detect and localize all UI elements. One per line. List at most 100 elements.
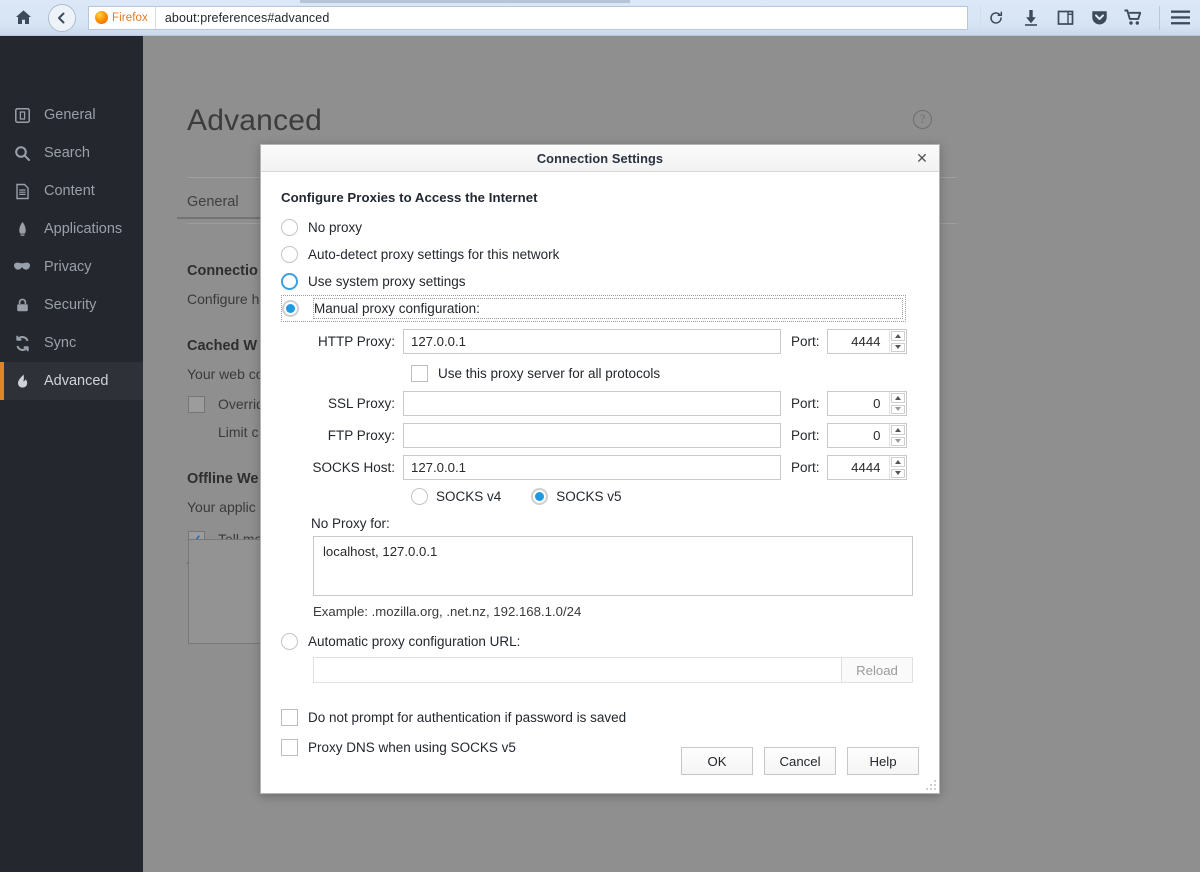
- stepper-down-icon[interactable]: [891, 437, 905, 447]
- sidebar-panel-icon[interactable]: [1052, 5, 1078, 31]
- stepper-buttons[interactable]: [889, 392, 906, 415]
- sidebar-item-label: Sync: [44, 335, 76, 351]
- content-icon: [12, 181, 32, 201]
- tab-general[interactable]: General: [187, 194, 239, 210]
- cached-content-heading: Cached W: [187, 338, 257, 354]
- radio-indicator: [281, 273, 298, 290]
- use-for-all-protocols-row[interactable]: Use this proxy server for all protocols: [281, 362, 919, 384]
- tab-strip-edge: [300, 0, 630, 3]
- back-button[interactable]: [48, 4, 76, 32]
- stepper-buttons[interactable]: [889, 330, 906, 353]
- http-proxy-input[interactable]: 127.0.0.1: [403, 329, 781, 354]
- ok-button[interactable]: OK: [681, 747, 753, 775]
- proxy-dns-checkbox[interactable]: [281, 739, 298, 756]
- stepper-buttons[interactable]: [889, 456, 906, 479]
- firefox-logo-icon: [95, 11, 108, 24]
- sidebar-item-label: General: [44, 107, 96, 123]
- help-button[interactable]: Help: [847, 747, 919, 775]
- dialog-body: Configure Proxies to Access the Internet…: [261, 172, 939, 756]
- radio-auto-detect[interactable]: Auto-detect proxy settings for this netw…: [281, 241, 919, 268]
- http-port-stepper[interactable]: 4444: [827, 329, 907, 354]
- http-port-label: Port:: [781, 334, 827, 349]
- ssl-proxy-input[interactable]: [403, 391, 781, 416]
- download-arrow-icon[interactable]: [1018, 5, 1044, 31]
- pac-reload-button[interactable]: Reload: [841, 657, 913, 683]
- radio-indicator: [282, 300, 299, 317]
- radio-indicator: [281, 633, 298, 650]
- cancel-button[interactable]: Cancel: [764, 747, 836, 775]
- browser-toolbar: Firefox about:preferences#advanced: [0, 0, 1200, 36]
- ssl-proxy-label: SSL Proxy:: [311, 396, 403, 411]
- connection-description: Configure h: [187, 291, 259, 307]
- security-lock-icon: [12, 295, 32, 315]
- pac-url-input[interactable]: [313, 657, 841, 683]
- radio-indicator: [281, 219, 298, 236]
- limit-cache-label: Limit c: [218, 424, 258, 440]
- radio-manual-proxy[interactable]: Manual proxy configuration:: [281, 295, 906, 322]
- sidebar-item-content[interactable]: Content: [0, 172, 143, 210]
- sidebar-item-applications[interactable]: Applications: [0, 210, 143, 248]
- sidebar-item-privacy[interactable]: Privacy: [0, 248, 143, 286]
- close-x-icon[interactable]: ✕: [913, 149, 931, 167]
- ssl-proxy-row: SSL Proxy: Port: 0: [281, 391, 919, 416]
- no-proxy-textarea[interactable]: localhost, 127.0.0.1: [313, 536, 913, 596]
- ftp-proxy-row: FTP Proxy: Port: 0: [281, 423, 919, 448]
- radio-indicator: [281, 246, 298, 263]
- socks-port-value: 4444: [828, 456, 889, 479]
- socks-v4-label: SOCKS v4: [436, 489, 501, 504]
- radio-system-proxy[interactable]: Use system proxy settings: [281, 268, 919, 295]
- shopping-cart-icon[interactable]: [1120, 5, 1146, 31]
- home-icon[interactable]: [10, 5, 36, 31]
- socks-port-stepper[interactable]: 4444: [827, 455, 907, 480]
- socks-host-row: SOCKS Host: 127.0.0.1 Port: 4444: [281, 455, 919, 480]
- no-auth-prompt-row[interactable]: Do not prompt for authentication if pass…: [281, 709, 919, 726]
- sidebar-item-label: Advanced: [44, 373, 109, 389]
- socks-host-input[interactable]: 127.0.0.1: [403, 455, 781, 480]
- sidebar-item-sync[interactable]: Sync: [0, 324, 143, 362]
- pocket-icon[interactable]: [1086, 5, 1112, 31]
- sidebar-item-advanced[interactable]: Advanced: [0, 362, 143, 400]
- ftp-proxy-label: FTP Proxy:: [311, 428, 403, 443]
- pac-url-row: Reload: [313, 657, 913, 683]
- hamburger-menu-icon[interactable]: [1159, 6, 1190, 30]
- override-cache-checkbox[interactable]: [188, 396, 205, 413]
- no-proxy-label: No Proxy for:: [281, 516, 919, 531]
- offline-description: Your applic: [187, 499, 256, 515]
- pac-label: Automatic proxy configuration URL:: [308, 634, 520, 649]
- url-bar[interactable]: Firefox about:preferences#advanced: [88, 6, 968, 30]
- radio-socks-v5[interactable]: [531, 488, 548, 505]
- advanced-icon: [12, 371, 32, 391]
- stepper-buttons[interactable]: [889, 424, 906, 447]
- connection-settings-dialog: Connection Settings ✕ Configure Proxies …: [260, 144, 940, 794]
- stepper-down-icon[interactable]: [891, 343, 905, 353]
- ftp-port-label: Port:: [781, 428, 827, 443]
- ftp-proxy-input[interactable]: [403, 423, 781, 448]
- page-title: Advanced: [187, 104, 322, 138]
- radio-socks-v4[interactable]: [411, 488, 428, 505]
- radio-automatic-pac[interactable]: Automatic proxy configuration URL:: [281, 633, 919, 650]
- radio-no-proxy[interactable]: No proxy: [281, 214, 919, 241]
- ssl-port-stepper[interactable]: 0: [827, 391, 907, 416]
- sync-icon: [12, 333, 32, 353]
- use-for-all-protocols-label: Use this proxy server for all protocols: [438, 366, 660, 381]
- sidebar-item-search[interactable]: Search: [0, 134, 143, 172]
- stepper-up-icon[interactable]: [891, 393, 905, 403]
- use-for-all-protocols-checkbox[interactable]: [411, 365, 428, 382]
- ftp-port-stepper[interactable]: 0: [827, 423, 907, 448]
- no-auth-prompt-checkbox[interactable]: [281, 709, 298, 726]
- reload-icon[interactable]: [980, 6, 1010, 30]
- stepper-up-icon[interactable]: [891, 331, 905, 341]
- identity-box[interactable]: Firefox: [89, 7, 156, 29]
- resize-grip[interactable]: [925, 779, 936, 790]
- stepper-down-icon[interactable]: [891, 405, 905, 415]
- stepper-down-icon[interactable]: [891, 469, 905, 479]
- no-proxy-example: Example: .mozilla.org, .net.nz, 192.168.…: [313, 604, 919, 619]
- identity-label: Firefox: [112, 12, 148, 24]
- sidebar-item-security[interactable]: Security: [0, 286, 143, 324]
- stepper-up-icon[interactable]: [891, 457, 905, 467]
- sidebar-item-general[interactable]: General: [0, 96, 143, 134]
- stepper-up-icon[interactable]: [891, 425, 905, 435]
- socks-port-label: Port:: [781, 460, 827, 475]
- help-question-icon[interactable]: ?: [913, 110, 932, 129]
- ssl-port-label: Port:: [781, 396, 827, 411]
